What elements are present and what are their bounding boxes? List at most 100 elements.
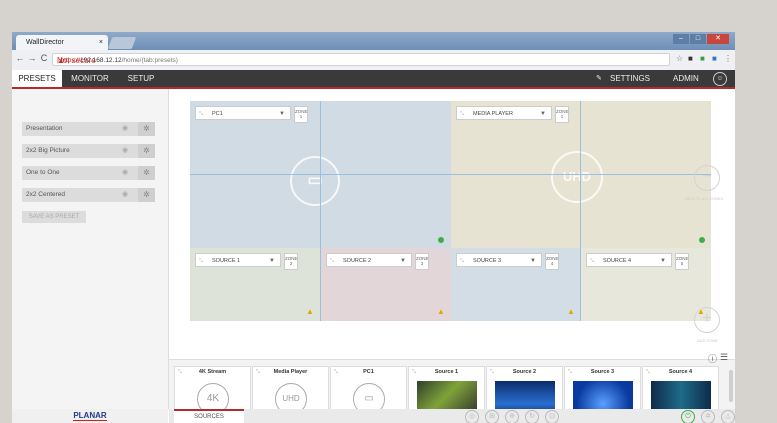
extension-icon[interactable]: ■ (688, 54, 693, 63)
chevron-down-icon[interactable]: ▼ (400, 254, 406, 268)
zone-number-badge: ZONE 1 (294, 106, 308, 123)
zone-source-2[interactable]: ⤡ SOURCE 2 ▼ ZONE 3 ▲ (321, 248, 451, 321)
move-icon[interactable]: ⤡ (460, 107, 464, 121)
move-icon[interactable]: ⤡ (199, 107, 203, 121)
status-ok-dot (438, 237, 444, 243)
settings-link[interactable]: SETTINGS (610, 70, 650, 87)
preset-item[interactable]: 2x2 Centered ◉ ✲ (22, 188, 155, 202)
preset-item[interactable]: Presentation ◉ ✲ (22, 122, 155, 136)
eye-icon[interactable]: ◉ (117, 188, 133, 202)
tab-setup[interactable]: SETUP (118, 70, 164, 87)
eye-icon[interactable]: ◉ (117, 122, 133, 136)
zone-source-select[interactable]: ⤡ SOURCE 2 ▼ (326, 253, 412, 267)
chevron-down-icon[interactable]: ▼ (269, 254, 275, 268)
admin-link[interactable]: ADMIN (673, 70, 699, 87)
delete-all-zones-button[interactable]: − (694, 165, 720, 191)
gear-icon[interactable]: ✲ (138, 188, 155, 202)
chevron-down-icon[interactable]: ▼ (530, 254, 536, 268)
back-button[interactable]: ← (15, 53, 25, 63)
minimize-button[interactable]: – (673, 34, 689, 44)
zone-source-select[interactable]: ⤡ MEDIA PLAYER ▼ (456, 106, 552, 120)
tab-sources[interactable]: SOURCES (174, 409, 244, 423)
tab-monitor[interactable]: MONITOR (62, 70, 118, 87)
tab-close-icon[interactable]: × (99, 35, 103, 50)
move-icon[interactable]: ⤡ (460, 254, 464, 268)
power-icon[interactable]: ⏻ (681, 410, 695, 423)
preset-item[interactable]: One to One ◉ ✲ (22, 166, 155, 180)
preset-label: Presentation (26, 125, 63, 132)
zone-number-badge: ZONE 2 (284, 253, 298, 270)
fit-icon[interactable]: ⊡ (545, 410, 559, 423)
settings-icon[interactable]: ✎ (596, 70, 602, 87)
title-bar: WallDirector × – □ ✕ (12, 32, 735, 50)
info-icon[interactable]: ⓘ (708, 352, 717, 365)
zone-number-badge: ZONE 3 (415, 253, 429, 270)
zone-source-label: SOURCE 1 (212, 258, 241, 264)
zone-source-3[interactable]: ⤡ SOURCE 3 ▼ ZONE 4 ▲ (451, 248, 581, 321)
address-bar[interactable]: ▲ Not secure | https://192.168.12.12/hom… (52, 53, 670, 66)
zone-source-label: SOURCE 2 (343, 258, 372, 264)
sources-scrollbar[interactable] (729, 370, 733, 402)
move-icon[interactable]: ⤡ (330, 254, 334, 268)
forward-button[interactable]: → (27, 53, 37, 63)
url-path: /home/(tab:presets) (121, 57, 178, 64)
grid-icon[interactable]: ⊞ (485, 410, 499, 423)
move-icon[interactable]: ⤡ (590, 254, 594, 268)
extension-icon[interactable]: ■ (712, 54, 717, 63)
eye-icon[interactable]: ◉ (117, 166, 133, 180)
source-name: Source 1 (434, 369, 459, 375)
zone-source-select[interactable]: ⤡ SOURCE 3 ▼ (456, 253, 542, 267)
maximize-button[interactable]: □ (690, 34, 706, 44)
list-icon[interactable]: ☰ (720, 352, 728, 363)
url-row: ← → C ▲ Not secure | https://192.168.12.… (12, 50, 735, 70)
grid-guide-line (190, 174, 711, 175)
chevron-down-icon[interactable]: ▼ (660, 254, 666, 268)
zone-source-select[interactable]: ⤡ SOURCE 4 ▼ (586, 253, 672, 267)
bookmark-star-icon[interactable]: ☆ (676, 54, 683, 63)
move-icon[interactable]: ⤡ (199, 254, 203, 268)
alert-icon[interactable]: △ (721, 410, 735, 423)
zone-source-label: SOURCE 3 (473, 258, 502, 264)
window-controls: – □ ✕ (673, 34, 729, 44)
tab-title: WallDirector (26, 39, 64, 46)
chevron-down-icon[interactable]: ▼ (279, 107, 285, 121)
gear-icon[interactable]: ✲ (138, 144, 155, 158)
zone-source-select[interactable]: ⤡ PC1 ▼ (195, 106, 291, 120)
gear-icon[interactable]: ✲ (138, 166, 155, 180)
reload-button[interactable]: C (39, 53, 49, 63)
gear-icon[interactable]: ✲ (138, 122, 155, 136)
layout-icon[interactable]: ◎ (465, 410, 479, 423)
source-name: Source 2 (512, 369, 537, 375)
wall-canvas: ⤡ PC1 ▼ ZONE 1 ▭ ⤡ MEDIA PLAYER ▼ ZONE 1 U… (169, 89, 735, 359)
eye-icon[interactable]: ◉ (117, 144, 133, 158)
zone-source-1[interactable]: ⤡ SOURCE 1 ▼ ZONE 2 ▲ (190, 248, 321, 321)
browser-menu-icon[interactable]: ⋮ (724, 54, 732, 63)
extension-icon[interactable]: ■ (700, 54, 705, 63)
warning-icon: ▲ (437, 307, 445, 316)
zone-number-badge: ZONE 4 (545, 253, 559, 270)
zone-source-4[interactable]: ⤡ SOURCE 4 ▼ ZONE 5 ▲ (581, 248, 711, 321)
tab-presets[interactable]: PRESETS (12, 70, 62, 87)
source-name: PC1 (363, 369, 374, 375)
browser-window: WallDirector × – □ ✕ ← → C ▲ Not secure … (12, 32, 735, 423)
rotate-icon[interactable]: ↻ (525, 410, 539, 423)
uhd-icon: UHD (551, 151, 603, 203)
zoom-icon[interactable]: ⊕ (505, 410, 519, 423)
chevron-down-icon[interactable]: ▼ (540, 107, 546, 121)
browser-tab[interactable]: WallDirector × (16, 35, 108, 50)
new-tab-button[interactable] (107, 37, 137, 49)
zone-source-select[interactable]: ⤡ SOURCE 1 ▼ (195, 253, 281, 267)
save-as-preset-button[interactable]: SAVE AS PRESET (22, 211, 86, 223)
close-window-button[interactable]: ✕ (707, 34, 729, 44)
user-avatar-icon[interactable]: ☺ (713, 72, 727, 86)
zone-number-badge: ZONE 1 (555, 106, 569, 123)
warning-icon: ▲ (567, 307, 575, 316)
browser-chrome: WallDirector × – □ ✕ ← → C ▲ Not secure … (12, 32, 735, 71)
delete-all-zones-label: DELETE ALL ZONES (685, 196, 724, 201)
grid-guide-line (320, 101, 321, 321)
settings-icon[interactable]: ✲ (701, 410, 715, 423)
app-header: PRESETS MONITOR SETUP ✎ SETTINGS ADMIN ☺ (12, 70, 735, 87)
add-zone-button[interactable]: + (694, 307, 720, 333)
preset-item[interactable]: 2x2 Big Picture ◉ ✲ (22, 144, 155, 158)
add-zone-label: ADD ZONE (697, 338, 718, 343)
